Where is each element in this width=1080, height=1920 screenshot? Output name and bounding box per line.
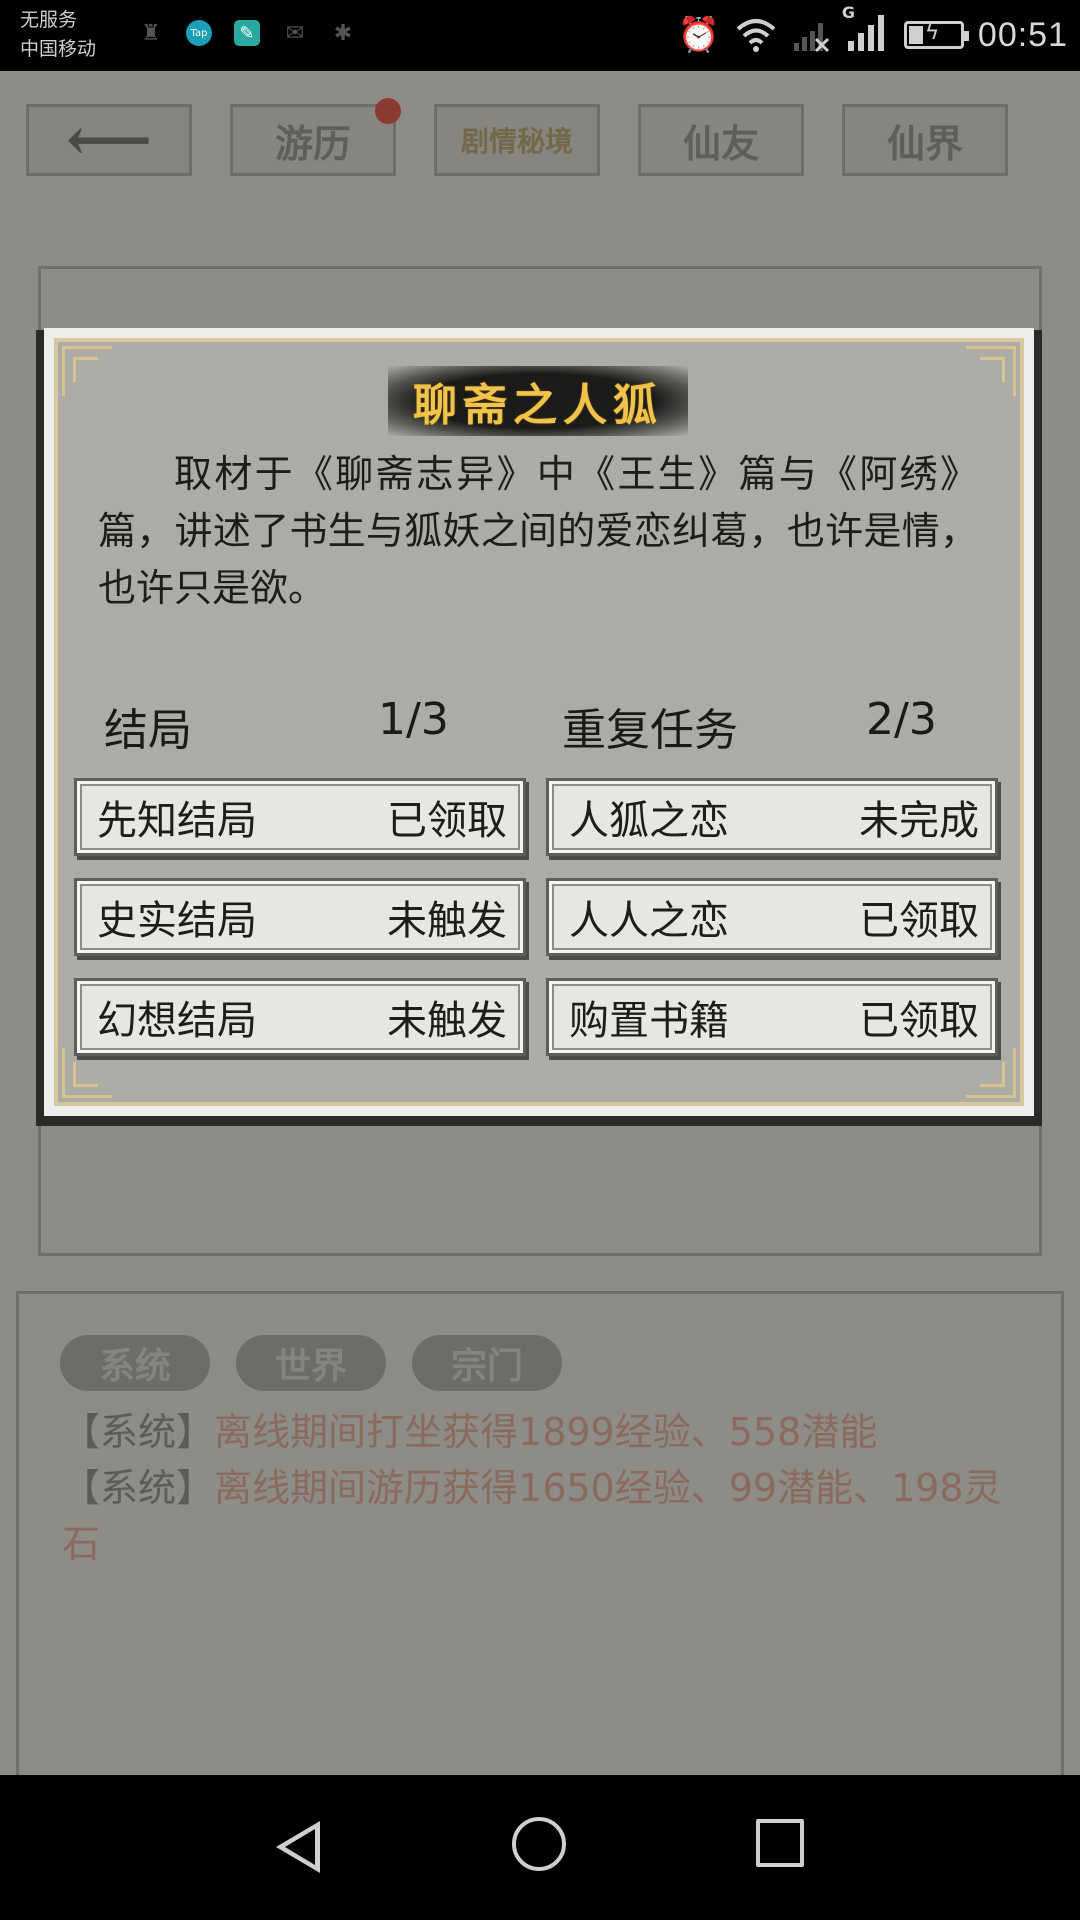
dialog-title: 聊斋之人狐 xyxy=(413,380,663,431)
signal-no-service-icon xyxy=(793,23,829,53)
nav-back-icon[interactable] xyxy=(276,1821,320,1873)
repeat-task-item[interactable]: 人人之恋 已领取 xyxy=(546,878,998,956)
battery-icon: ϟ xyxy=(903,20,969,49)
carrier-line-2: 中国移动 xyxy=(20,38,97,60)
chat-tabs: 系统 世界 宗门 xyxy=(60,1335,562,1391)
chat-tab-sect[interactable]: 宗门 xyxy=(412,1335,562,1391)
corner-ornament xyxy=(62,346,112,396)
navigation-bar xyxy=(0,1775,1080,1920)
carrier-info: 无服务 中国移动 xyxy=(20,6,96,64)
story-description: 取材于《聊斋志异》中《王生》篇与《阿绣》篇，讲述了书生与狐妖之间的爱恋纠葛，也许… xyxy=(98,452,978,610)
chat-messages: 【系统】离线期间打坐获得1899经验、558潜能 【系统】离线期间游历获得165… xyxy=(62,1404,1002,1572)
nav-recents-icon[interactable] xyxy=(756,1819,804,1867)
clock: 00:51 xyxy=(977,15,1068,54)
corner-ornament xyxy=(966,346,1016,396)
repeat-tasks-progress: 2/3 xyxy=(866,694,937,745)
carrier-line-1: 无服务 xyxy=(20,9,78,31)
chat-message-tag: 【系统】 xyxy=(62,1466,215,1510)
title-banner: 聊斋之人狐 xyxy=(388,366,688,436)
taptap-icon: Tap xyxy=(186,20,212,46)
system-indicators: ⏰ G ϟ 00:51 xyxy=(677,3,1068,58)
ending-item[interactable]: 先知结局 已领取 xyxy=(74,778,526,856)
repeat-tasks-label: 重复任务 xyxy=(562,705,738,756)
chat-message: 【系统】离线期间游历获得1650经验、99潜能、198灵石 xyxy=(62,1460,1002,1572)
network-type: G xyxy=(841,3,856,22)
task-name: 购置书籍 xyxy=(569,998,729,1044)
ending-status: 已领取 xyxy=(387,798,507,844)
alarm-icon: ⏰ xyxy=(677,15,720,55)
tab-friends[interactable]: 仙友 xyxy=(638,104,804,176)
top-nav: ⟵ 游历 剧情秘境 仙友 仙界 xyxy=(26,104,1008,176)
wifi-icon xyxy=(736,19,776,52)
tab-immortal-realm[interactable]: 仙界 xyxy=(842,104,1008,176)
back-button[interactable]: ⟵ xyxy=(26,104,192,176)
story-dialog: 聊斋之人狐 取材于《聊斋志异》中《王生》篇与《阿绣》篇，讲述了书生与狐妖之间的爱… xyxy=(44,328,1034,1116)
ending-item[interactable]: 史实结局 未触发 xyxy=(74,878,526,956)
signal-icon: G xyxy=(842,3,890,57)
task-name: 人狐之恋 xyxy=(569,798,729,844)
task-status: 未完成 xyxy=(859,798,979,844)
repeat-task-item[interactable]: 购置书籍 已领取 xyxy=(546,978,998,1056)
notification-app-icon: ♜ xyxy=(141,20,161,46)
ending-name: 史实结局 xyxy=(97,898,257,944)
notification-icons: ♜ Tap ✎ ✉ ✱ xyxy=(138,20,356,46)
nav-home-icon[interactable] xyxy=(512,1817,566,1871)
task-status: 已领取 xyxy=(859,998,979,1044)
repeat-task-item[interactable]: 人狐之恋 未完成 xyxy=(546,778,998,856)
ending-status: 未触发 xyxy=(387,998,507,1044)
ending-name: 先知结局 xyxy=(97,798,257,844)
status-bar: 无服务 中国移动 ♜ Tap ✎ ✉ ✱ ⏰ G ϟ 00:51 xyxy=(0,0,1080,71)
message-icon: ✉ xyxy=(285,20,305,46)
tab-travel[interactable]: 游历 xyxy=(230,104,396,176)
ending-name: 幻想结局 xyxy=(97,998,257,1044)
chat-message-text: 离线期间打坐获得1899经验、558潜能 xyxy=(214,1410,878,1454)
task-status: 已领取 xyxy=(859,898,979,944)
tab-story-realm[interactable]: 剧情秘境 xyxy=(434,104,600,176)
chat-tab-system[interactable]: 系统 xyxy=(60,1335,210,1391)
notification-dot xyxy=(375,98,401,124)
settings-icon: ✱ xyxy=(333,20,353,46)
ending-item[interactable]: 幻想结局 未触发 xyxy=(74,978,526,1056)
chat-message: 【系统】离线期间打坐获得1899经验、558潜能 xyxy=(62,1404,1002,1460)
pen-icon: ✎ xyxy=(234,20,260,46)
ending-status: 未触发 xyxy=(387,898,507,944)
chat-tab-world[interactable]: 世界 xyxy=(236,1335,386,1391)
endings-label: 结局 xyxy=(104,705,192,756)
chat-message-tag: 【系统】 xyxy=(62,1410,215,1454)
task-name: 人人之恋 xyxy=(569,898,729,944)
dialog-body: 聊斋之人狐 取材于《聊斋志异》中《王生》篇与《阿绣》篇，讲述了书生与狐妖之间的爱… xyxy=(54,338,1024,1106)
endings-progress: 1/3 xyxy=(378,694,449,745)
